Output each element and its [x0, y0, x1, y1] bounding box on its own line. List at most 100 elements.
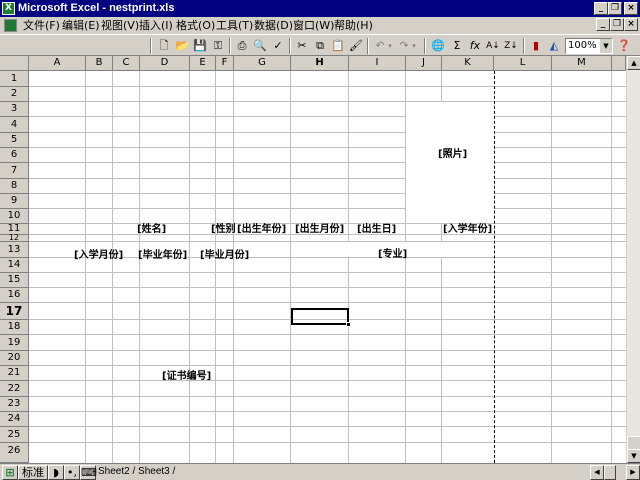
redo-dropdown-icon[interactable]: ▾: [410, 38, 418, 54]
scroll-left-icon[interactable]: ◀: [590, 465, 604, 480]
row-header-2[interactable]: 2: [0, 87, 29, 102]
permission-icon[interactable]: ⚿: [210, 38, 226, 54]
menu-insert[interactable]: 插入(I): [139, 19, 173, 32]
cell-gender[interactable]: [性别: [211, 224, 236, 236]
save-icon[interactable]: 💾: [192, 38, 208, 54]
menu-edit[interactable]: 编辑(E): [62, 19, 100, 32]
col-header-C[interactable]: C: [113, 56, 140, 71]
row-header-9[interactable]: 9: [0, 194, 29, 209]
col-header-A[interactable]: A: [29, 56, 86, 71]
col-header-F[interactable]: F: [216, 56, 234, 71]
spelling-icon[interactable]: ✓: [270, 38, 286, 54]
cell-grad-month[interactable]: [毕业月份]: [200, 250, 249, 262]
print-icon[interactable]: ⎙: [234, 38, 250, 54]
col-header-J[interactable]: J: [406, 56, 442, 71]
row-header-24[interactable]: 24: [0, 412, 29, 427]
row-header-7[interactable]: 7: [0, 163, 29, 179]
hyperlink-icon[interactable]: 🌐: [430, 38, 446, 54]
hscroll-thumb[interactable]: [604, 465, 616, 480]
cell-grad-year[interactable]: [毕业年份]: [138, 250, 187, 262]
scroll-thumb[interactable]: [627, 436, 640, 450]
cell-name[interactable]: [姓名]: [137, 224, 166, 236]
sort-ascending-icon[interactable]: A↓: [485, 38, 501, 54]
ime-keyboard-icon[interactable]: ⌨: [80, 465, 97, 480]
row-header-13[interactable]: 13: [0, 242, 29, 258]
ime-mode[interactable]: 标准: [18, 465, 48, 480]
chart-wizard-icon[interactable]: ▮: [528, 38, 544, 54]
restore-button[interactable]: ❐: [608, 2, 622, 15]
cell-birth-day[interactable]: [出生日]: [357, 224, 396, 236]
cell-birth-month[interactable]: [出生月份]: [295, 224, 344, 236]
row-header-23[interactable]: 23: [0, 397, 29, 412]
worksheet-grid[interactable]: A B C D E F G H I J K L M 1 2 3 4 5 6 7 …: [0, 56, 626, 463]
col-header-G[interactable]: G: [234, 56, 291, 71]
sort-descending-icon[interactable]: Z↓: [503, 38, 519, 54]
scroll-up-icon[interactable]: ▲: [627, 56, 640, 70]
col-header-L[interactable]: L: [494, 56, 552, 71]
row-header-4[interactable]: 4: [0, 117, 29, 133]
row-header-8[interactable]: 8: [0, 179, 29, 194]
row-header-19[interactable]: 19: [0, 335, 29, 351]
print-preview-icon[interactable]: 🔍: [252, 38, 268, 54]
menu-file[interactable]: 文件(F): [23, 19, 60, 32]
row-header-26[interactable]: 26: [0, 443, 29, 463]
sheet-tabs[interactable]: Sheet2 / Sheet3 /: [98, 465, 175, 479]
active-cell-H17[interactable]: [291, 308, 351, 327]
menu-help[interactable]: 帮助(H): [334, 19, 373, 32]
cell-major[interactable]: [专业]: [378, 249, 407, 261]
cell-enroll-month[interactable]: [入学月份]: [74, 250, 123, 262]
minimize-button[interactable]: _: [594, 2, 608, 15]
col-header-E[interactable]: E: [190, 56, 216, 71]
row-header-16[interactable]: 16: [0, 288, 29, 303]
ime-halfwidth-icon[interactable]: ◗: [48, 465, 64, 480]
row-header-22[interactable]: 22: [0, 381, 29, 397]
col-header-D[interactable]: D: [140, 56, 190, 71]
scroll-down-icon[interactable]: ▼: [627, 449, 640, 463]
col-header-H[interactable]: H: [291, 56, 349, 71]
row-header-1[interactable]: 1: [0, 71, 29, 87]
doc-close-button[interactable]: ×: [624, 18, 638, 31]
row-header-5[interactable]: 5: [0, 133, 29, 148]
new-icon[interactable]: 🗋: [156, 38, 172, 54]
row-header-12[interactable]: 12: [0, 234, 29, 242]
zoom-select[interactable]: 100% ▼: [565, 38, 613, 54]
format-painter-icon[interactable]: 🖌: [348, 38, 364, 54]
ime-punctuation-icon[interactable]: •,: [64, 465, 80, 480]
undo-dropdown-icon[interactable]: ▾: [386, 38, 394, 54]
autosum-icon[interactable]: Σ: [449, 38, 465, 54]
menu-data[interactable]: 数据(D): [254, 19, 293, 32]
close-button[interactable]: ×: [624, 2, 638, 15]
cut-icon[interactable]: ✂: [294, 38, 310, 54]
menu-format[interactable]: 格式(O): [176, 19, 215, 32]
workbook-icon[interactable]: [4, 19, 17, 32]
help-icon[interactable]: ❓: [616, 38, 632, 54]
fill-handle[interactable]: [346, 322, 351, 327]
row-header-21[interactable]: 21: [0, 366, 29, 381]
row-header-18[interactable]: 18: [0, 320, 29, 335]
drawing-icon[interactable]: ◭: [546, 38, 562, 54]
col-header-B[interactable]: B: [86, 56, 113, 71]
col-header-K[interactable]: K: [442, 56, 494, 71]
vertical-scrollbar[interactable]: ▲ ▼: [626, 56, 640, 463]
row-header-6[interactable]: 6: [0, 148, 29, 163]
select-all-corner[interactable]: [0, 56, 29, 71]
cell-birth-year[interactable]: [出生年份]: [237, 224, 286, 236]
col-header-M[interactable]: M: [552, 56, 612, 71]
excel-app-icon[interactable]: X: [2, 2, 15, 15]
cell-enroll-year[interactable]: [入学年份]: [443, 224, 492, 236]
row-header-20[interactable]: 20: [0, 351, 29, 366]
paste-icon[interactable]: 📋: [330, 38, 346, 54]
photo-merged-cell[interactable]: [406, 102, 494, 223]
menu-tools[interactable]: 工具(T): [216, 19, 253, 32]
doc-minimize-button[interactable]: _: [596, 18, 610, 31]
horizontal-scrollbar[interactable]: ◀ ▶: [590, 465, 640, 480]
cell-photo[interactable]: [照片]: [438, 149, 467, 161]
doc-restore-button[interactable]: ❐: [610, 18, 624, 31]
ime-logo-icon[interactable]: ⊞: [2, 465, 18, 480]
row-header-15[interactable]: 15: [0, 273, 29, 288]
cell-cert-no[interactable]: [证书编号]: [162, 371, 211, 383]
row-header-14[interactable]: 14: [0, 258, 29, 273]
open-icon[interactable]: 📂: [174, 38, 190, 54]
function-icon[interactable]: fx: [467, 38, 483, 54]
row-header-17[interactable]: 17: [0, 303, 29, 320]
